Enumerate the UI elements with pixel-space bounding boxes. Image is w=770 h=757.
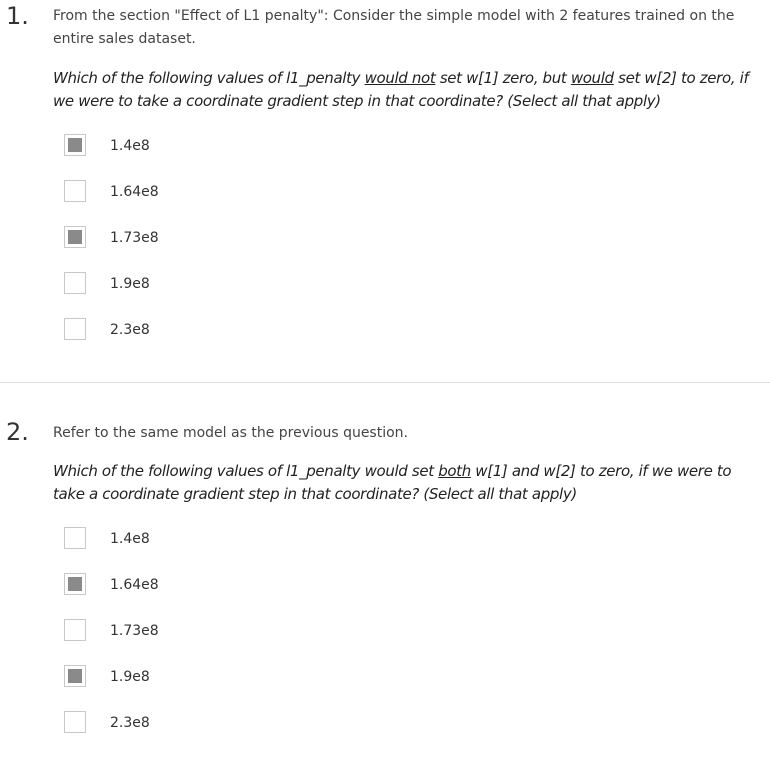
option-list: 1.4e8 1.64e8 1.73e8 1.9e8 2.3e8 xyxy=(64,134,364,364)
question-divider xyxy=(0,382,770,383)
option-item[interactable]: 1.73e8 xyxy=(64,619,364,665)
checkbox[interactable] xyxy=(64,711,86,733)
option-label: 1.4e8 xyxy=(110,531,150,547)
option-item[interactable]: 1.73e8 xyxy=(64,226,364,272)
question-2: 2. Refer to the same model as the previo… xyxy=(0,385,770,742)
option-label: 1.64e8 xyxy=(110,577,159,593)
option-label: 2.3e8 xyxy=(110,715,150,731)
question-intro: Refer to the same model as the previous … xyxy=(53,425,408,441)
question-number: 2. xyxy=(6,418,29,446)
checkbox[interactable] xyxy=(64,619,86,641)
option-label: 1.9e8 xyxy=(110,276,150,292)
option-label: 2.3e8 xyxy=(110,322,150,338)
question-number: 1. xyxy=(6,2,29,30)
question-intro: From the section "Effect of L1 penalty":… xyxy=(53,8,735,47)
prompt-text: Which of the following values of l1_pena… xyxy=(53,69,365,87)
checkbox[interactable] xyxy=(64,226,86,248)
option-label: 1.4e8 xyxy=(110,138,150,154)
option-label: 1.64e8 xyxy=(110,184,159,200)
prompt-text: set w[1] zero, but xyxy=(435,69,571,87)
prompt-emphasis: both xyxy=(438,462,471,480)
checkbox[interactable] xyxy=(64,134,86,156)
question-1: 1. From the section "Effect of L1 penalt… xyxy=(0,0,770,383)
prompt-emphasis: would not xyxy=(364,69,436,87)
question-prompt: Which of the following values of l1_pena… xyxy=(53,460,765,506)
option-item[interactable]: 2.3e8 xyxy=(64,711,364,757)
checkbox[interactable] xyxy=(64,180,86,202)
option-label: 1.9e8 xyxy=(110,669,150,685)
prompt-text: Which of the following values of l1_pena… xyxy=(53,462,439,480)
prompt-emphasis: would xyxy=(570,69,614,87)
option-item[interactable]: 1.64e8 xyxy=(64,573,364,619)
option-item[interactable]: 1.4e8 xyxy=(64,134,364,180)
checkbox[interactable] xyxy=(64,318,86,340)
checkbox[interactable] xyxy=(64,573,86,595)
option-item[interactable]: 1.4e8 xyxy=(64,527,364,573)
checkbox[interactable] xyxy=(64,272,86,294)
option-list: 1.4e8 1.64e8 1.73e8 1.9e8 2.3e8 xyxy=(64,527,364,757)
question-prompt: Which of the following values of l1_pena… xyxy=(53,67,765,113)
checkbox[interactable] xyxy=(64,527,86,549)
option-item[interactable]: 2.3e8 xyxy=(64,318,364,364)
option-item[interactable]: 1.64e8 xyxy=(64,180,364,226)
option-item[interactable]: 1.9e8 xyxy=(64,665,364,711)
checkbox[interactable] xyxy=(64,665,86,687)
option-label: 1.73e8 xyxy=(110,230,159,246)
option-label: 1.73e8 xyxy=(110,623,159,639)
option-item[interactable]: 1.9e8 xyxy=(64,272,364,318)
